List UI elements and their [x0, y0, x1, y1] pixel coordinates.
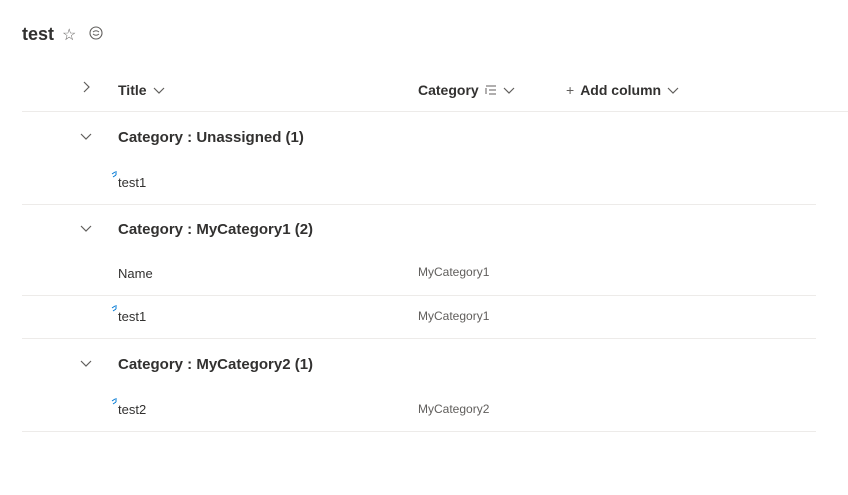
group-label: Category : Unassigned (1) [118, 129, 304, 146]
column-header-category-label: Category [418, 82, 479, 98]
list-item[interactable]: Name MyCategory1 [22, 253, 816, 296]
plus-icon: + [566, 82, 575, 98]
column-header-title[interactable]: Title [118, 82, 165, 98]
page-title: test [22, 24, 55, 44]
collapse-chevron-icon[interactable] [80, 355, 92, 373]
group-header[interactable]: Category : MyCategory2 (1) [22, 339, 816, 389]
group-by-icon [485, 82, 497, 98]
item-category: MyCategory1 [418, 265, 490, 279]
list-item[interactable]: test1 MyCategory1 [22, 296, 816, 339]
collapse-chevron-icon[interactable] [80, 220, 92, 238]
chevron-down-icon [503, 82, 515, 98]
collapse-chevron-icon[interactable] [80, 128, 92, 146]
add-column-label: Add column [580, 82, 662, 98]
item-category: MyCategory2 [418, 402, 490, 416]
group-header[interactable]: Category : MyCategory1 (2) [22, 204, 816, 254]
item-title[interactable]: Name [118, 266, 153, 281]
column-header-title-label: Title [118, 82, 147, 98]
list-item[interactable]: test1 [22, 162, 816, 205]
item-title[interactable]: test1 [118, 309, 146, 324]
expand-all-chevron-icon[interactable] [82, 81, 92, 93]
sync-status-icon[interactable] [89, 26, 103, 45]
chevron-down-icon [153, 82, 165, 98]
column-header-category[interactable]: Category [418, 82, 515, 98]
item-title[interactable]: test1 [118, 175, 146, 190]
add-column-button[interactable]: + Add column [566, 82, 679, 98]
group-label: Category : MyCategory1 (2) [118, 221, 314, 238]
group-header[interactable]: Category : Unassigned (1) [22, 112, 816, 162]
chevron-down-icon [667, 82, 679, 98]
favorite-star-icon[interactable]: ☆ [62, 25, 76, 45]
item-title[interactable]: test2 [118, 402, 146, 417]
group-label: Category : MyCategory2 (1) [118, 356, 314, 373]
column-header-row: Title Category + Add column [22, 74, 848, 112]
list-item[interactable]: test2 MyCategory2 [22, 389, 816, 432]
item-category: MyCategory1 [418, 309, 490, 323]
